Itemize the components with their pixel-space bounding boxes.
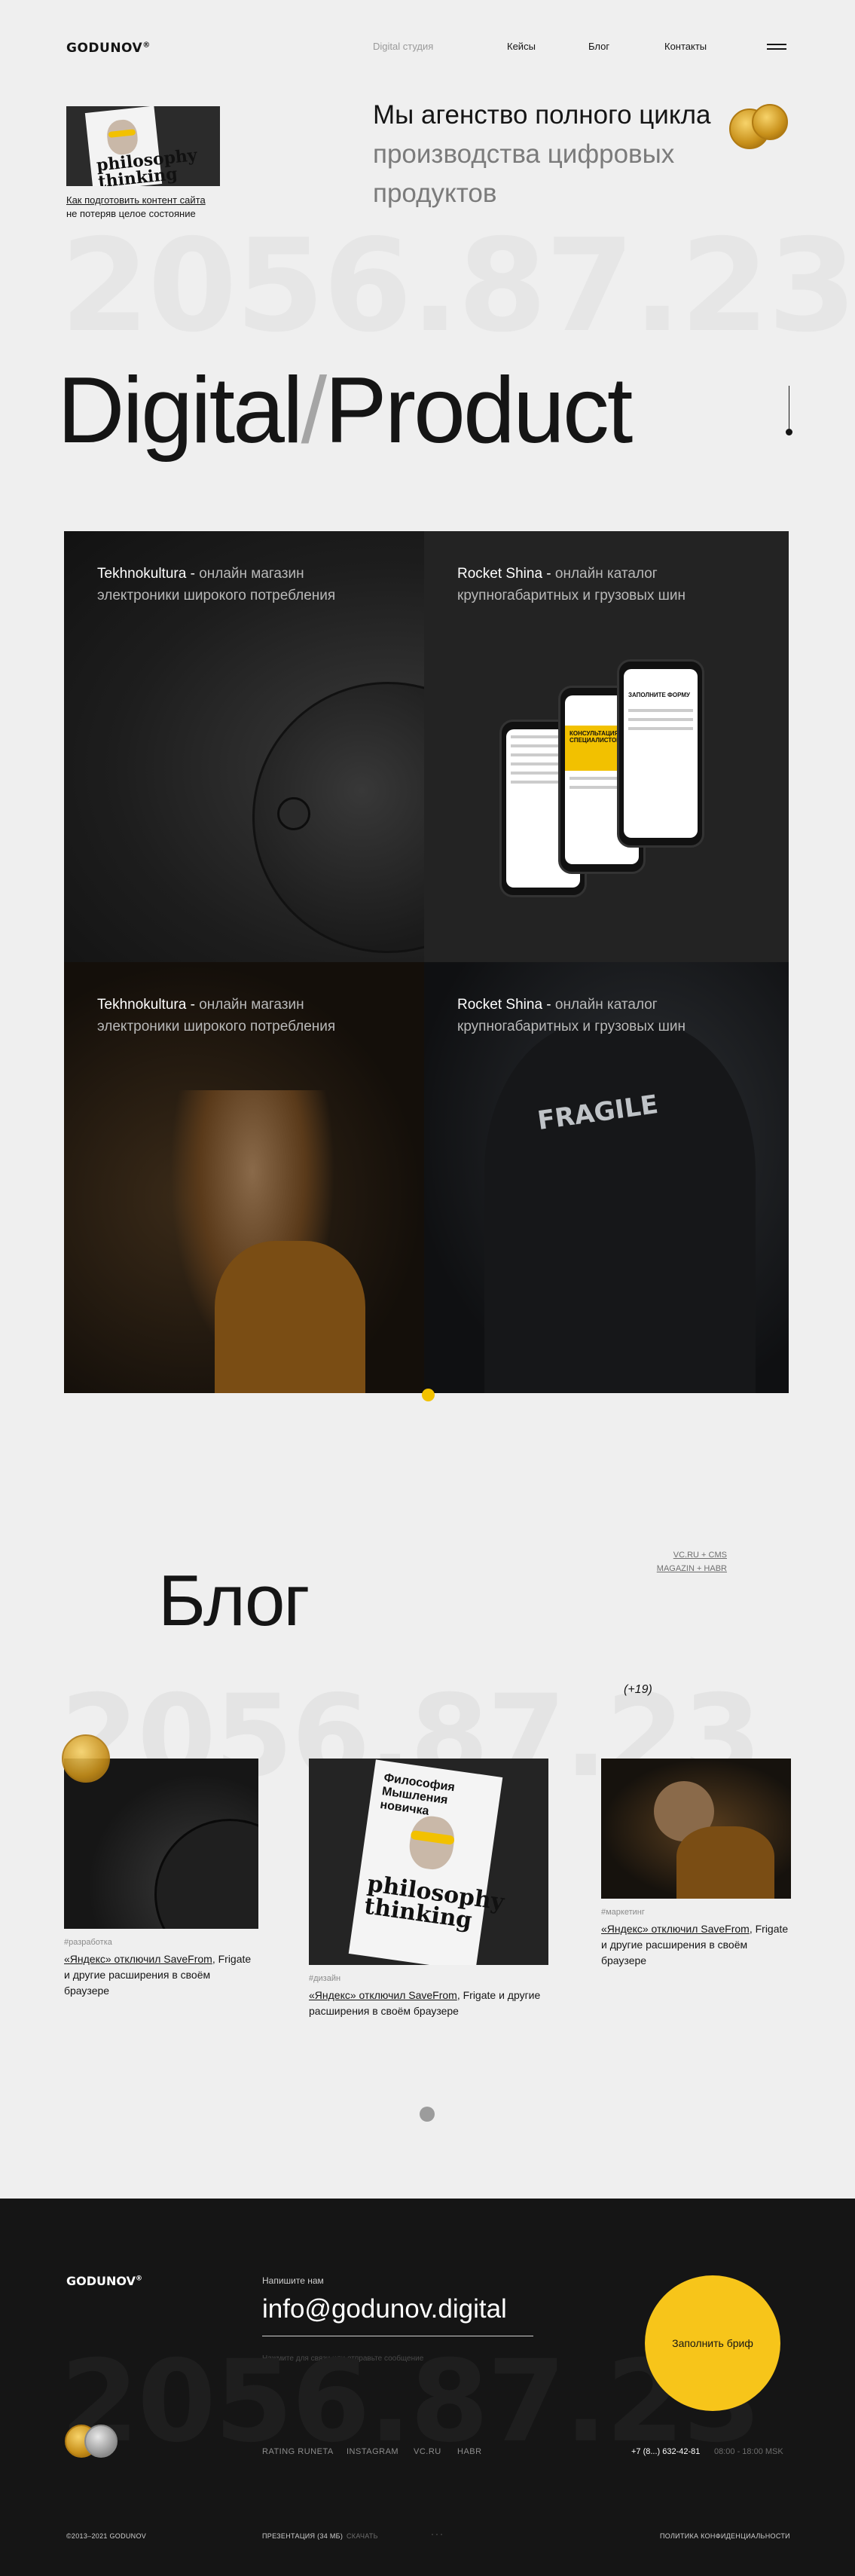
privacy-policy-link[interactable]: ПОЛИТИКА КОНФИДЕНЦИАЛЬНОСТИ [660, 2532, 790, 2540]
case-title: Tekhnokultura - онлайн магазин электрони… [97, 997, 336, 1034]
footer-hours: 08:00 - 18:00 MSK [714, 2447, 783, 2456]
gold-coins-icon [729, 104, 789, 149]
cases-pagination-dot[interactable] [422, 1389, 435, 1401]
hero-lead-text: Мы агенство полного цикла производства ц… [373, 96, 719, 213]
post-title[interactable]: «Яндекс» отключил SaveFrom, Frigate и др… [601, 1921, 791, 1969]
link-rating-runeta[interactable]: RATING RUNETA [262, 2447, 334, 2456]
jacket-text: FRAGILE [536, 1089, 661, 1137]
blog-source-link-2[interactable]: MAGAZIN + HABR [657, 1564, 727, 1573]
link-instagram[interactable]: INSTAGRAM [347, 2447, 398, 2456]
nav-contacts[interactable]: Контакты [664, 41, 707, 52]
title-digital: Digital [57, 359, 304, 463]
footer-phone[interactable]: +7 (8...) 632-42-81 [631, 2447, 700, 2456]
painting-image [169, 1090, 365, 1393]
case-name: Tekhnokultura [97, 997, 187, 1013]
case-card-tekhnokultura[interactable]: Tekhnokultura - онлайн магазин электрони… [64, 531, 424, 962]
footer-logo[interactable]: GODUNOV® [66, 2274, 142, 2288]
presentation-link[interactable]: ПРЕЗЕНТАЦИЯ (34 МБ) [262, 2532, 343, 2540]
hero-lead-dim: производства цифровых продуктов [373, 139, 675, 208]
magazine-cover-image: philosophy thinking [84, 106, 198, 186]
nav-cases[interactable]: Кейсы [507, 41, 536, 52]
blog-count[interactable]: (+19) [624, 1683, 652, 1697]
blog-title: Блог [158, 1560, 310, 1641]
case-title: Rocket Shina - онлайн каталог крупногаба… [457, 997, 686, 1034]
footer-logo-text: GODUNOV [66, 2274, 136, 2288]
hero-article-link[interactable]: Как подготовить контент сайта [66, 194, 232, 207]
case-card-rocket-shina[interactable]: КОНСУЛЬТАЦИЯ СПЕЦИАЛИСТОМ ЗАПОЛНИТЕ ФОРМ… [424, 531, 789, 962]
cover-subtitle: philosophy thinking [362, 1870, 506, 1935]
blog-pagination-dot[interactable] [420, 2107, 435, 2122]
hero-lead-dark: Мы агенство полного цикла [373, 100, 711, 130]
link-habr[interactable]: HABR [457, 2447, 482, 2456]
post-title-link[interactable]: «Яндекс» отключил SaveFrom [309, 1989, 457, 2001]
painting-image [601, 1759, 791, 1899]
copyright: ©2013–2021 GODUNOV [66, 2532, 147, 2540]
registered-icon: ® [135, 2275, 142, 2283]
post-tag[interactable]: #разработка [64, 1938, 258, 1947]
nav-blog[interactable]: Блог [588, 41, 609, 52]
blog-sources: VC.RU + CMS MAGAZIN + HABR [648, 1548, 727, 1575]
case-name: Tekhnokultura [97, 566, 187, 582]
jacket-image: FRAGILE [484, 1022, 756, 1393]
fill-brief-button[interactable]: Заполнить бриф [645, 2275, 780, 2411]
gold-coin-icon [62, 1734, 130, 1802]
case-title: Rocket Shina - онлайн каталог крупногаба… [457, 566, 686, 604]
post-title-link[interactable]: «Яндекс» отключил SaveFrom [64, 1953, 212, 1965]
site-logo[interactable]: GODUNOV® [66, 41, 151, 56]
site-footer: GODUNOV® Напишите нам info@godunov.digit… [0, 2199, 855, 2576]
download-link[interactable]: СКАЧАТЬ [347, 2532, 378, 2540]
blog-source-link-1[interactable]: VC.RU + CMS [673, 1551, 727, 1560]
robot-vacuum-image [252, 682, 424, 953]
title-slash: / [301, 359, 327, 463]
case-title: Tekhnokultura - онлайн магазин электрони… [97, 566, 336, 604]
hero-article-thumbnail[interactable]: philosophy thinking [66, 106, 220, 186]
phone-form-title: ЗАПОЛНИТЕ ФОРМУ [628, 692, 690, 698]
phone-mockup-3: ЗАПОЛНИТЕ ФОРМУ [617, 659, 704, 848]
blog-post-card[interactable]: Философия Мышления новичка philosophy thin… [309, 1759, 548, 2019]
post-title[interactable]: «Яндекс» отключил SaveFrom, Frigate и др… [309, 1988, 548, 2019]
post-tag[interactable]: #дизайн [309, 1974, 548, 1983]
page-title: Digital/Product [57, 354, 633, 467]
case-card-rocket-shina-2[interactable]: FRAGILE Rocket Shina - онлайн каталог кр… [424, 962, 789, 1393]
post-title-link[interactable]: «Яндекс» отключил SaveFrom [601, 1923, 750, 1935]
blog-post-card[interactable]: #маркетинг «Яндекс» отключил SaveFrom, F… [601, 1759, 791, 1969]
coins-icon [65, 2422, 125, 2459]
footer-email[interactable]: info@godunov.digital [262, 2294, 507, 2324]
case-name: Rocket Shina [457, 997, 543, 1013]
registered-icon: ® [142, 41, 151, 50]
case-name: Rocket Shina [457, 566, 543, 582]
write-us-label: Напишите нам [262, 2275, 324, 2286]
link-vc[interactable]: VC.RU [414, 2447, 441, 2456]
menu-icon[interactable] [767, 44, 786, 51]
cases-grid: Tekhnokultura - онлайн магазин электрони… [64, 531, 789, 1393]
case-card-tekhnokultura-2[interactable]: Tekhnokultura - онлайн магазин электрони… [64, 962, 424, 1393]
post-tag[interactable]: #маркетинг [601, 1908, 791, 1917]
nav-digital-studio[interactable]: Digital студия [373, 41, 433, 52]
magazine-cover-image: Философия Мышления новичка philosophy thin… [309, 1759, 548, 1965]
logo-text: GODUNOV [66, 41, 143, 56]
scroll-indicator-dot[interactable] [786, 429, 792, 435]
title-product: Product [325, 359, 633, 463]
thumb-title: philosophy thinking [95, 145, 198, 186]
more-dots-icon: ··· [431, 2529, 444, 2539]
hero-background-number: 2056.87.23 [60, 212, 855, 361]
post-title[interactable]: «Яндекс» отключил SaveFrom, Frigate и др… [64, 1951, 258, 1999]
